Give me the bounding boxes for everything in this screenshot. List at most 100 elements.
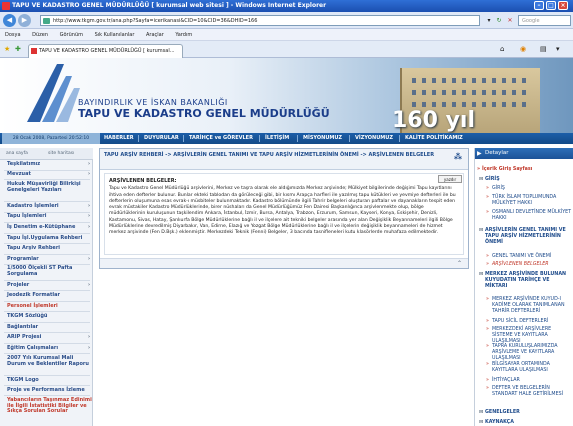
left-item-jeodezik[interactable]: Jeodezik Formatlar <box>0 292 93 299</box>
content-panel: TAPU ARŞİV REHBERİ -> ARŞİVLERİN GENEL T… <box>99 148 469 269</box>
details-link-label: İHTİYAÇLAR <box>492 378 520 383</box>
left-item-pafta[interactable]: 1/5000 Ölçekli ST Pafta Sorgulama <box>0 265 93 277</box>
details-link-9[interactable]: » MERKEZ ARŞİVİNDE KUYUD-I KADİME OLARAK … <box>476 297 572 315</box>
left-item-baglantilar[interactable]: Bağlantılar <box>0 324 93 331</box>
details-link-7[interactable]: » ARŞİVLENEN BELGELER <box>476 262 572 268</box>
breadcrumb: TAPU ARŞİV REHBERİ -> ARŞİVLERİN GENEL T… <box>100 149 468 170</box>
details-title: Detaylar <box>485 150 509 156</box>
left-item-teskilat[interactable]: Teşkilatımız › <box>0 161 93 168</box>
page-menu-icon[interactable]: ▾ <box>556 45 560 54</box>
details-link-4[interactable]: » OSMANLI DEVLETİNDE MÜLKİYET HAKKI <box>476 210 572 222</box>
menu-favorites[interactable]: Sık Kullanılanlar <box>95 32 135 38</box>
menu-yardim[interactable]: Yardım <box>175 32 192 38</box>
details-link-label: KAYNAKÇA <box>485 420 514 425</box>
sitemap-link[interactable]: site haritası <box>48 148 74 160</box>
details-link-17[interactable]: ⊟ KAYNAKÇA <box>476 420 572 426</box>
left-item-hukuk[interactable]: Hukuk Müşavirliği Bilirkişi Genelgeleri … <box>0 181 93 193</box>
left-item-sozluk[interactable]: TKGM Sözlüğü <box>0 313 93 320</box>
details-link-6[interactable]: » GENEL TANIMI VE ÖNEMİ <box>476 254 572 260</box>
left-item-denetim[interactable]: İş Denetim e-Kütüphane › <box>0 224 93 231</box>
url-text: http://www.tkgm.gov.tr/ana.php?Sayfa=ice… <box>53 18 258 24</box>
forward-icon[interactable]: ▶ <box>18 14 31 27</box>
menu-bar: Dosya Düzen Görünüm Sık Kullanılanlar Ar… <box>0 29 573 41</box>
add-favorite-icon[interactable]: ✚ <box>15 45 21 54</box>
left-item-logo[interactable]: TKGM Logo <box>0 377 93 384</box>
left-item-arip[interactable]: ARIP Projesi › <box>0 334 93 341</box>
bullet-icon: » <box>486 262 489 267</box>
tab-bar: ★ ✚ TAPU VE KADASTRO GENEL MÜDÜRLÜĞÜ [ k… <box>0 41 573 58</box>
nav-tarihce[interactable]: TARİHÇE ve GÖREVLER <box>189 133 253 144</box>
left-item-mali-durum[interactable]: 2007 Yılı Kurumsal Mali Durum ve Beklent… <box>0 355 93 367</box>
details-link-3[interactable]: » TÜRK İSLAM TOPLUMUNDA MÜLKİYET HAKKI <box>476 195 572 207</box>
date-display: 28 Ocak 2008, Pazartesi 20:52:10 <box>2 133 100 144</box>
details-link-label: DEFTER VE BELGELERİN STANDART HALE GETİR… <box>492 386 564 397</box>
site-banner: BAYINDIRLIK VE İSKAN BAKANLIĞI TAPU VE K… <box>0 58 573 133</box>
details-link-0[interactable]: » İçerik Giriş Sayfası <box>476 167 572 173</box>
feeds-icon[interactable]: ◉ <box>520 45 526 54</box>
left-item-tapu[interactable]: Tapu İşlemleri › <box>0 213 93 220</box>
left-item-projeler[interactable]: Projeler › <box>0 282 93 289</box>
details-link-12[interactable]: » TAPRA KURULUŞLARIMIZDA ARŞİVLEME VE KAY… <box>476 344 572 362</box>
details-panel: ▶ Detaylar » İçerik Giriş Sayfası ⊟ GİRİŞ» G… <box>474 148 573 426</box>
close-icon[interactable]: × <box>558 1 568 10</box>
search-input[interactable]: Google <box>518 15 571 26</box>
menu-gorunum[interactable]: Görünüm <box>60 32 83 38</box>
tab-current[interactable]: TAPU VE KADASTRO GENEL MÜDÜRLÜĞÜ [ kurum… <box>28 44 183 58</box>
window-title: TAPU VE KADASTRO GENEL MÜDÜRLÜĞÜ [ kurum… <box>12 2 327 9</box>
print-icon[interactable]: ▤ <box>540 45 547 54</box>
left-item-personel[interactable]: Personel İşlemleri <box>0 303 93 310</box>
details-link-10[interactable]: » TAPU SİCİL DEFTERLERİ <box>476 319 572 325</box>
tab-label: TAPU VE KADASTRO GENEL MÜDÜRLÜĞÜ [ kurum… <box>39 48 175 54</box>
left-item-kadastro[interactable]: Kadastro İşlemleri › <box>0 203 93 210</box>
details-link-label: MERKEZ ARŞİVİNDE KUYUD-I KADİME OLARAK T… <box>492 297 565 314</box>
stop-icon[interactable]: ✕ <box>505 15 515 26</box>
details-link-label: MERKEZDEKİ ARŞİVLERE SİSTEME VE KAYITLAR… <box>492 327 552 344</box>
nav-iletisim[interactable]: İLETİŞİM <box>265 133 289 144</box>
details-link-label: GENELGELER <box>485 410 520 415</box>
home-link[interactable]: ana sayfa <box>6 148 28 160</box>
details-link-2[interactable]: » GİRİŞ <box>476 186 572 192</box>
bullet-icon: » <box>486 297 489 302</box>
nav-haberler[interactable]: HABERLER <box>104 133 134 144</box>
left-item-egitim[interactable]: Eğitim Çalışmaları › <box>0 345 93 352</box>
site-title: TAPU VE KADASTRO GENEL MÜDÜRLÜĞÜ <box>78 107 330 120</box>
bullet-icon: » <box>486 254 489 259</box>
details-link-8[interactable]: ⊟ MERKEZ ARŞİVİNDE BULUNAN KUYUDATIN TARİ… <box>476 272 572 290</box>
details-link-11[interactable]: » MERKEZDEKİ ARŞİVLERE SİSTEME VE KAYITLA… <box>476 327 572 345</box>
refresh-icon[interactable]: ↻ <box>494 15 504 26</box>
back-icon[interactable]: ◀ <box>3 14 16 27</box>
menu-araclar[interactable]: Araçlar <box>146 32 164 38</box>
bullet-icon: » <box>486 210 489 215</box>
scroll-top-icon[interactable]: ⌃ <box>457 260 462 267</box>
menu-dosya[interactable]: Dosya <box>5 32 21 38</box>
favorites-star-icon[interactable]: ★ <box>4 45 10 54</box>
nav-vizyon[interactable]: VİZYONUMUZ <box>355 133 393 144</box>
details-link-15[interactable]: » DEFTER VE BELGELERİN STANDART HALE GETİ… <box>476 386 572 398</box>
left-item-programlar[interactable]: Programlar › <box>0 256 93 263</box>
details-link-16[interactable]: ⊟ GENELGELER <box>476 410 572 416</box>
nav-duyurular[interactable]: DUYURULAR <box>144 133 179 144</box>
dropdown-icon[interactable]: ▾ <box>484 15 494 26</box>
bullet-icon: » <box>486 362 489 367</box>
maximize-icon[interactable]: □ <box>546 1 556 10</box>
details-link-14[interactable]: » İHTİYAÇLAR <box>476 378 572 384</box>
details-link-label: ARŞİVLERİN GENEL TANIMI VE TAPU ARŞİV Hİ… <box>485 228 566 245</box>
details-link-5[interactable]: ⊟ ARŞİVLERİN GENEL TANIMI VE TAPU ARŞİV H… <box>476 228 572 246</box>
print-button[interactable]: yazdır <box>438 175 462 183</box>
bullet-icon: » <box>486 195 489 200</box>
menu-duzen[interactable]: Düzen <box>32 32 48 38</box>
left-item-uygulama[interactable]: Tapu İşl.Uygulama Rehberi <box>0 235 93 242</box>
url-input[interactable]: http://www.tkgm.gov.tr/ana.php?Sayfa=ice… <box>40 15 480 26</box>
minimize-icon[interactable]: – <box>534 1 544 10</box>
bullet-icon: ⊟ <box>479 228 484 233</box>
left-item-performans[interactable]: Proje ve Performans İzleme <box>0 387 93 394</box>
details-header: ▶ Detaylar <box>475 148 573 159</box>
left-item-yabanci[interactable]: Yabancıların Taşınmaz Edinimi ile İlgili… <box>0 397 93 415</box>
nav-misyon[interactable]: MİSYONUMUZ <box>303 133 342 144</box>
details-link-13[interactable]: » BİLGİSAYAR ORTAMINDA KAYITLARA ULAŞILMA… <box>476 362 572 374</box>
details-link-1[interactable]: ⊟ GİRİŞ <box>476 177 572 183</box>
left-item-mevzuat[interactable]: Mevzuat › <box>0 171 93 178</box>
left-item-arsiv[interactable]: Tapu Arşiv Rehberi <box>0 245 93 252</box>
nav-kalite[interactable]: KALİTE POLİTİKAMIZ <box>405 133 463 144</box>
home-icon[interactable]: ⌂ <box>500 45 504 54</box>
